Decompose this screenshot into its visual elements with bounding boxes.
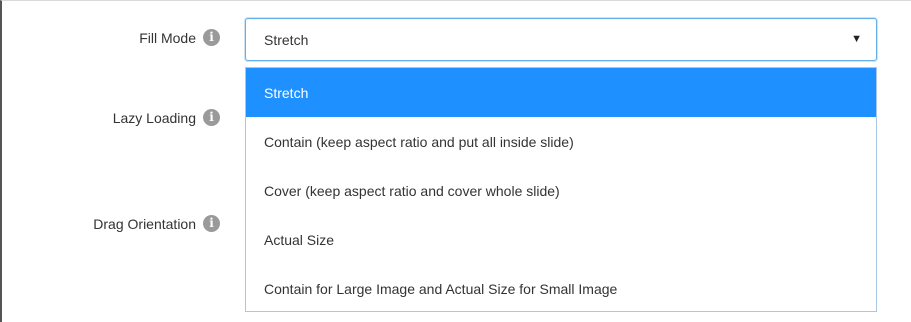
dropdown-option-label: Contain (keep aspect ratio and put all i… bbox=[264, 133, 574, 150]
fill-mode-label: Fill Mode bbox=[139, 29, 196, 46]
field-drag-orientation-label-row: Drag Orientation i bbox=[93, 215, 220, 232]
settings-panel: Fill Mode i Lazy Loading i Drag Orientat… bbox=[0, 0, 911, 322]
caret-down-icon: ▼ bbox=[851, 33, 862, 45]
field-lazy-loading-label-row: Lazy Loading i bbox=[113, 109, 220, 126]
dropdown-option-contain-large-actual-small[interactable]: Contain for Large Image and Actual Size … bbox=[246, 264, 876, 313]
info-icon[interactable]: i bbox=[203, 215, 220, 232]
dropdown-option-contain[interactable]: Contain (keep aspect ratio and put all i… bbox=[246, 117, 876, 166]
drag-orientation-label: Drag Orientation bbox=[93, 215, 196, 232]
fill-mode-dropdown-list: Stretch Contain (keep aspect ratio and p… bbox=[245, 67, 877, 312]
dropdown-option-label: Contain for Large Image and Actual Size … bbox=[264, 280, 618, 297]
info-icon[interactable]: i bbox=[203, 109, 220, 126]
fill-mode-select[interactable]: Stretch ▼ bbox=[245, 18, 877, 61]
info-icon[interactable]: i bbox=[203, 29, 220, 46]
dropdown-option-stretch[interactable]: Stretch bbox=[246, 68, 876, 117]
fill-mode-selected-value: Stretch bbox=[264, 31, 309, 48]
dropdown-option-actual-size[interactable]: Actual Size bbox=[246, 215, 876, 264]
field-fill-mode-label-row: Fill Mode i bbox=[139, 29, 220, 46]
dropdown-option-label: Stretch bbox=[264, 84, 309, 101]
dropdown-option-cover[interactable]: Cover (keep aspect ratio and cover whole… bbox=[246, 166, 876, 215]
lazy-loading-label: Lazy Loading bbox=[112, 109, 196, 126]
dropdown-option-label: Cover (keep aspect ratio and cover whole… bbox=[264, 182, 560, 199]
dropdown-option-label: Actual Size bbox=[264, 231, 335, 248]
